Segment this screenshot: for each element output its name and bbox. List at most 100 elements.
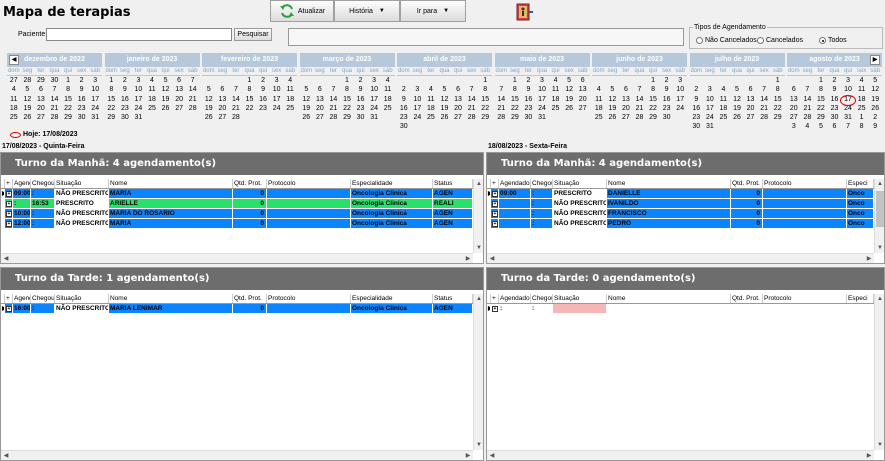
calendar-day[interactable]: 7 [633, 85, 647, 94]
calendar-day[interactable]: 18 [145, 95, 159, 104]
calendar-day[interactable]: 10 [367, 85, 381, 94]
prev-month-button[interactable]: ◀ [9, 55, 19, 65]
column-header[interactable]: Chegou [31, 179, 55, 188]
scroll-right-icon[interactable]: ▶ [864, 254, 874, 264]
horizontal-scrollbar[interactable]: ◀ ▶ [487, 253, 874, 263]
calendar-day[interactable]: 2 [660, 76, 674, 85]
expand-icon[interactable]: + [6, 221, 12, 227]
column-header[interactable]: Agendado [499, 294, 531, 303]
calendar-day[interactable]: 10 [673, 85, 687, 94]
column-header[interactable]: + [491, 179, 499, 188]
calendar-day[interactable]: 9 [256, 85, 270, 94]
calendar-day[interactable]: 5 [814, 122, 828, 131]
calendar-day[interactable]: 28 [21, 76, 35, 85]
table-row[interactable]: +:16:53 PRESCRITO ARIELLE 0 Oncologia Clinic… [1, 199, 473, 209]
calendar-day[interactable]: 6 [34, 85, 48, 94]
expand-icon[interactable]: + [492, 201, 498, 207]
calendar-day[interactable]: 20 [744, 104, 758, 113]
calendar-day[interactable]: 21 [495, 104, 509, 113]
calendar-day[interactable]: 4 [424, 85, 438, 94]
calendar-day[interactable]: 4 [7, 85, 21, 94]
scroll-down-icon[interactable]: ▼ [474, 440, 484, 450]
calendar-day[interactable]: 8 [340, 85, 354, 94]
expand-icon[interactable]: + [492, 191, 498, 197]
calendar-day[interactable]: 17 [673, 95, 687, 104]
calendar-day[interactable]: 30 [48, 76, 62, 85]
calendar-day[interactable]: 23 [118, 104, 132, 113]
calendar-day[interactable]: 5 [868, 76, 882, 85]
scroll-right-icon[interactable]: ▶ [864, 451, 874, 461]
calendar-day[interactable]: 11 [145, 85, 159, 94]
calendar-day[interactable]: 10 [88, 85, 102, 94]
calendar-day[interactable]: 1 [478, 76, 492, 85]
calendar-day[interactable]: 3 [673, 76, 687, 85]
calendar-day[interactable]: 21 [327, 104, 341, 113]
calendar-day[interactable]: 6 [313, 85, 327, 94]
calendar-day[interactable]: 7 [229, 85, 243, 94]
calendar-day[interactable]: 25 [592, 113, 606, 122]
scroll-left-icon[interactable]: ◀ [487, 451, 497, 461]
table-row[interactable]: ▶+:: [487, 304, 874, 314]
calendar-day[interactable]: 2 [75, 76, 89, 85]
horizontal-scrollbar[interactable]: ◀ ▶ [1, 253, 473, 263]
calendar-day[interactable]: 25 [717, 113, 731, 122]
calendar-day[interactable]: 24 [132, 104, 146, 113]
calendar-day[interactable]: 14 [48, 95, 62, 104]
column-header[interactable]: Situação [55, 179, 109, 188]
column-header[interactable]: Qtd. Prot. [731, 179, 763, 188]
calendar-day[interactable]: 22 [814, 104, 828, 113]
calendar-day[interactable]: 11 [592, 95, 606, 104]
history-button[interactable]: História ▼ [334, 0, 400, 22]
calendar-day[interactable]: 27 [313, 113, 327, 122]
expand-icon[interactable]: + [6, 201, 12, 207]
scroll-down-icon[interactable]: ▼ [875, 243, 885, 253]
calendar-day[interactable]: 18 [855, 95, 869, 104]
calendar-day[interactable]: 9 [397, 95, 411, 104]
calendar-day[interactable]: 14 [465, 95, 479, 104]
calendar-day[interactable]: 16 [690, 104, 704, 113]
calendar-day[interactable]: 1 [105, 76, 119, 85]
calendar-day[interactable]: 14 [327, 95, 341, 104]
calendar-day[interactable]: 5 [202, 85, 216, 94]
expand-cell[interactable]: + [5, 189, 13, 198]
calendar-day[interactable]: 30 [354, 113, 368, 122]
calendar-day[interactable]: 9 [828, 85, 842, 94]
calendar-day[interactable]: 30 [660, 113, 674, 122]
table-row[interactable]: ▶+09:00:PRESCRITODANIELLE0Onco [487, 189, 874, 199]
calendar-day[interactable]: 9 [354, 85, 368, 94]
calendar-day[interactable]: 31 [841, 113, 855, 122]
calendar-day[interactable]: 22 [340, 104, 354, 113]
calendar-day[interactable]: 4 [283, 76, 297, 85]
calendar-day[interactable]: 10 [703, 95, 717, 104]
calendar-day[interactable]: 20 [451, 104, 465, 113]
calendar-day[interactable]: 13 [172, 85, 186, 94]
table-row[interactable]: +10:00: NÃO PRESCRITO MARIA DO ROSARIO 0 Onc… [1, 209, 473, 219]
calendar-day[interactable]: 9 [660, 85, 674, 94]
calendar-day[interactable]: 23 [690, 113, 704, 122]
calendar-day[interactable]: 17 [270, 95, 284, 104]
calendar-day[interactable]: 12 [562, 85, 576, 94]
calendar-day[interactable]: 5 [606, 85, 620, 94]
calendar-day[interactable]: 28 [327, 113, 341, 122]
calendar-day[interactable]: 10 [270, 85, 284, 94]
calendar-day[interactable]: 6 [172, 76, 186, 85]
calendar-day[interactable]: 12 [21, 95, 35, 104]
calendar-day[interactable]: 7 [48, 85, 62, 94]
calendar-day[interactable]: 20 [172, 95, 186, 104]
calendar-day[interactable]: 26 [868, 104, 882, 113]
refresh-button[interactable]: Atualizar [270, 0, 334, 22]
calendar-day[interactable]: 21 [757, 104, 771, 113]
column-header[interactable]: Qtd. Prot. [233, 294, 267, 303]
search-button[interactable]: Pesquisar [234, 28, 272, 41]
scroll-up-icon[interactable]: ▲ [474, 179, 484, 189]
calendar-day[interactable]: 31 [535, 113, 549, 122]
calendar-day[interactable]: 13 [313, 95, 327, 104]
calendar-day[interactable]: 18 [549, 95, 563, 104]
calendar-day[interactable]: 28 [186, 104, 200, 113]
calendar-day[interactable]: 8 [646, 85, 660, 94]
expand-cell[interactable]: + [491, 219, 499, 228]
expand-cell[interactable]: + [5, 219, 13, 228]
calendar-day[interactable]: 29 [771, 113, 785, 122]
column-header[interactable]: Nome [109, 294, 233, 303]
calendar-day[interactable]: 29 [814, 113, 828, 122]
